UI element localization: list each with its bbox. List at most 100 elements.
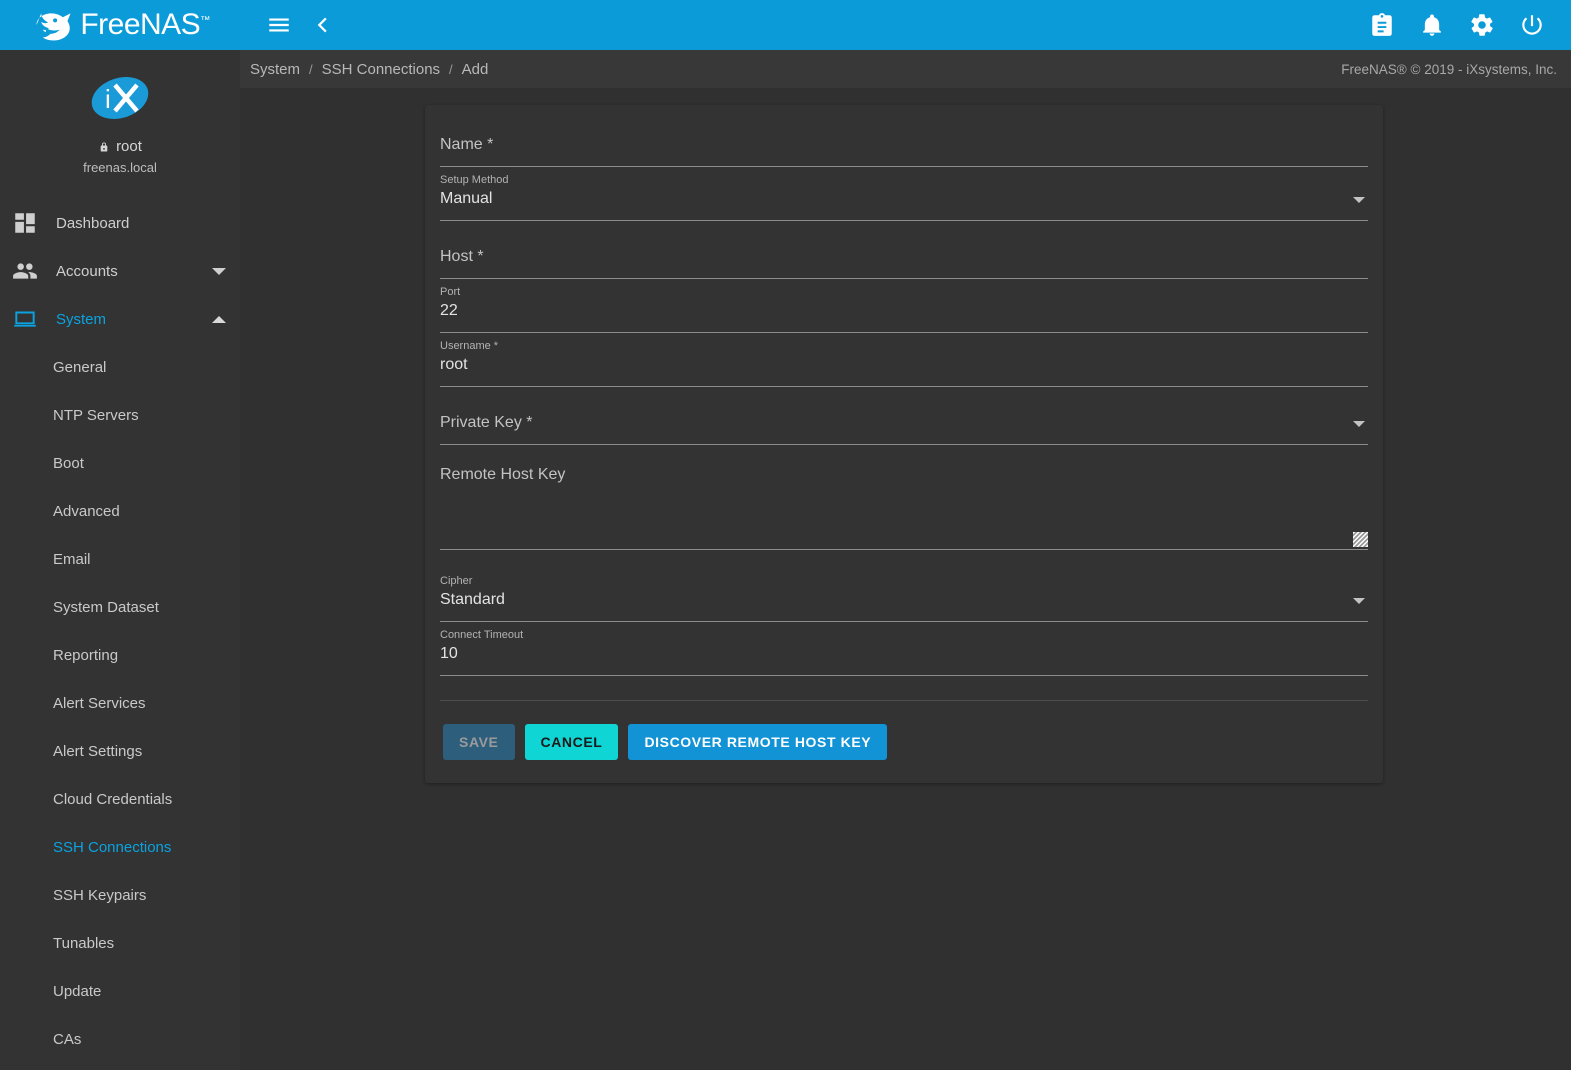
- sidebar-subitem-update[interactable]: Update: [0, 967, 240, 1015]
- sidebar-subitem-tunables[interactable]: Tunables: [0, 919, 240, 967]
- chevron-left-icon[interactable]: [310, 12, 336, 38]
- sidebar-subitem-general[interactable]: General: [0, 343, 240, 391]
- field-name[interactable]: Name *: [440, 127, 1368, 167]
- copyright-text: FreeNAS® © 2019 - iXsystems, Inc.: [1341, 61, 1557, 77]
- connect-timeout-label: Connect Timeout: [440, 629, 524, 641]
- topbar-left-controls: [240, 12, 336, 38]
- save-button[interactable]: SAVE: [443, 724, 515, 760]
- field-underline: [440, 220, 1368, 221]
- field-remote-host-key[interactable]: Remote Host Key: [440, 463, 1368, 550]
- sidebar-subitem-label: General: [53, 358, 107, 376]
- chevron-up-icon[interactable]: [212, 315, 226, 323]
- dashboard-grid-icon: [15, 213, 35, 233]
- brand-wordmark: FreeNAS™: [80, 8, 210, 41]
- field-spacer: [440, 445, 1368, 463]
- setup-method-select[interactable]: Manual: [440, 187, 1368, 211]
- field-host[interactable]: Host *: [440, 239, 1368, 279]
- field-spacer: [440, 221, 1368, 239]
- topbar-right-controls: [1369, 12, 1571, 38]
- sidebar-item-system[interactable]: System: [0, 295, 240, 343]
- ix-systems-logo: i: [91, 76, 149, 120]
- chevron-down-icon[interactable]: [1353, 197, 1365, 203]
- sidebar-subitem-advanced[interactable]: Advanced: [0, 487, 240, 535]
- breadcrumb-item-system[interactable]: System: [250, 61, 300, 78]
- sidebar-item-label: Accounts: [56, 262, 118, 280]
- sidebar-subitem-label: CAs: [53, 1030, 82, 1048]
- field-spacer: [440, 550, 1368, 568]
- sidebar-subitem-boot[interactable]: Boot: [0, 439, 240, 487]
- settings-gear-icon[interactable]: [1469, 12, 1495, 38]
- field-port[interactable]: Port 22: [440, 279, 1368, 333]
- sidebar-subitem-label: Tunables: [53, 934, 115, 952]
- field-setup-method[interactable]: Setup Method Manual: [440, 167, 1368, 221]
- main-content: System / SSH Connections / Add FreeNAS® …: [240, 50, 1571, 1070]
- breadcrumb-separator: /: [449, 61, 453, 77]
- freenas-webui: FreeNAS™ i root freenas.local Dashboard …: [0, 0, 1571, 1070]
- sidebar-subitem-label: System Dataset: [53, 598, 159, 616]
- username-label: root: [116, 138, 142, 155]
- freenas-fish-icon: [36, 13, 71, 41]
- sidebar-navigation: i root freenas.local Dashboard Accounts …: [0, 50, 240, 1070]
- cancel-button[interactable]: CANCEL: [524, 724, 619, 760]
- sidebar-subitem-label: Alert Settings: [53, 742, 143, 760]
- chevron-down-icon[interactable]: [1353, 598, 1365, 604]
- sidebar-subitem-cas[interactable]: CAs: [0, 1015, 240, 1063]
- lock-icon: [100, 142, 108, 151]
- sidebar-subitem-label: Boot: [53, 454, 84, 472]
- field-connect-timeout[interactable]: Connect Timeout 10: [440, 622, 1368, 676]
- connect-timeout-value: 10: [440, 645, 458, 662]
- username-value: root: [440, 356, 468, 373]
- textarea-resize-handle[interactable]: [1353, 532, 1368, 547]
- user-info-block: i root freenas.local: [0, 50, 240, 193]
- host-label: Host *: [440, 248, 484, 265]
- sidebar-subitem-system-dataset[interactable]: System Dataset: [0, 583, 240, 631]
- field-cipher[interactable]: Cipher Standard: [440, 568, 1368, 622]
- sidebar-item-label: System: [56, 310, 107, 328]
- breadcrumb-item-ssh-connections[interactable]: SSH Connections: [322, 61, 440, 78]
- sidebar-subitem-label: Cloud Credentials: [53, 790, 173, 808]
- sidebar-subitem-ntp-servers[interactable]: NTP Servers: [0, 391, 240, 439]
- hamburger-menu-icon[interactable]: [266, 12, 292, 38]
- sidebar-subitem-label: SSH Keypairs: [53, 886, 147, 904]
- breadcrumb-separator: /: [309, 61, 313, 77]
- field-username[interactable]: Username * root: [440, 333, 1368, 387]
- discover-remote-host-key-button[interactable]: DISCOVER REMOTE HOST KEY: [628, 724, 888, 760]
- cipher-label: Cipher: [440, 575, 473, 587]
- top-app-bar: FreeNAS™: [0, 0, 1571, 50]
- username-label: Username *: [440, 340, 499, 352]
- username-row: root: [0, 138, 240, 155]
- sidebar-subitem-label: Update: [53, 982, 102, 1000]
- notifications-bell-icon[interactable]: [1419, 12, 1445, 38]
- private-key-label: Private Key *: [440, 414, 533, 431]
- form-actions: SAVE CANCEL DISCOVER REMOTE HOST KEY: [425, 701, 1383, 783]
- sidebar-subitem-label: SSH Connections: [53, 838, 172, 856]
- sidebar-item-accounts[interactable]: Accounts: [0, 247, 240, 295]
- cipher-value: Standard: [440, 591, 505, 608]
- port-value: 22: [440, 302, 458, 319]
- cipher-select[interactable]: Standard: [440, 588, 1368, 612]
- name-label: Name *: [440, 136, 494, 153]
- sidebar-subitem-email[interactable]: Email: [0, 535, 240, 583]
- power-icon[interactable]: [1519, 12, 1545, 38]
- remote-host-key-textarea[interactable]: [440, 487, 1368, 549]
- sidebar-subitem-alert-services[interactable]: Alert Services: [0, 679, 240, 727]
- sidebar-subitem-ssh-keypairs[interactable]: SSH Keypairs: [0, 871, 240, 919]
- field-underline: [440, 549, 1368, 550]
- sidebar-subitem-alert-settings[interactable]: Alert Settings: [0, 727, 240, 775]
- private-key-select[interactable]: Private Key *: [440, 411, 1368, 435]
- chevron-down-icon[interactable]: [212, 267, 226, 275]
- ssh-connection-form-card: Name * Setup Method Manual Host * Port 2…: [425, 105, 1383, 783]
- brand-logo[interactable]: FreeNAS™: [0, 0, 240, 50]
- field-private-key[interactable]: Private Key *: [440, 405, 1368, 445]
- port-label: Port: [440, 286, 461, 298]
- chevron-down-icon[interactable]: [1353, 421, 1365, 427]
- sidebar-subitem-cloud-credentials[interactable]: Cloud Credentials: [0, 775, 240, 823]
- breadcrumb-item-add: Add: [461, 60, 489, 78]
- form-fields: Name * Setup Method Manual Host * Port 2…: [425, 105, 1383, 701]
- remote-host-key-label: Remote Host Key: [440, 466, 566, 483]
- clipboard-tasks-icon[interactable]: [1369, 12, 1395, 38]
- sidebar-subitem-reporting[interactable]: Reporting: [0, 631, 240, 679]
- sidebar-item-dashboard[interactable]: Dashboard: [0, 199, 240, 247]
- field-underline: [440, 386, 1368, 387]
- sidebar-subitem-ssh-connections[interactable]: SSH Connections: [0, 823, 240, 871]
